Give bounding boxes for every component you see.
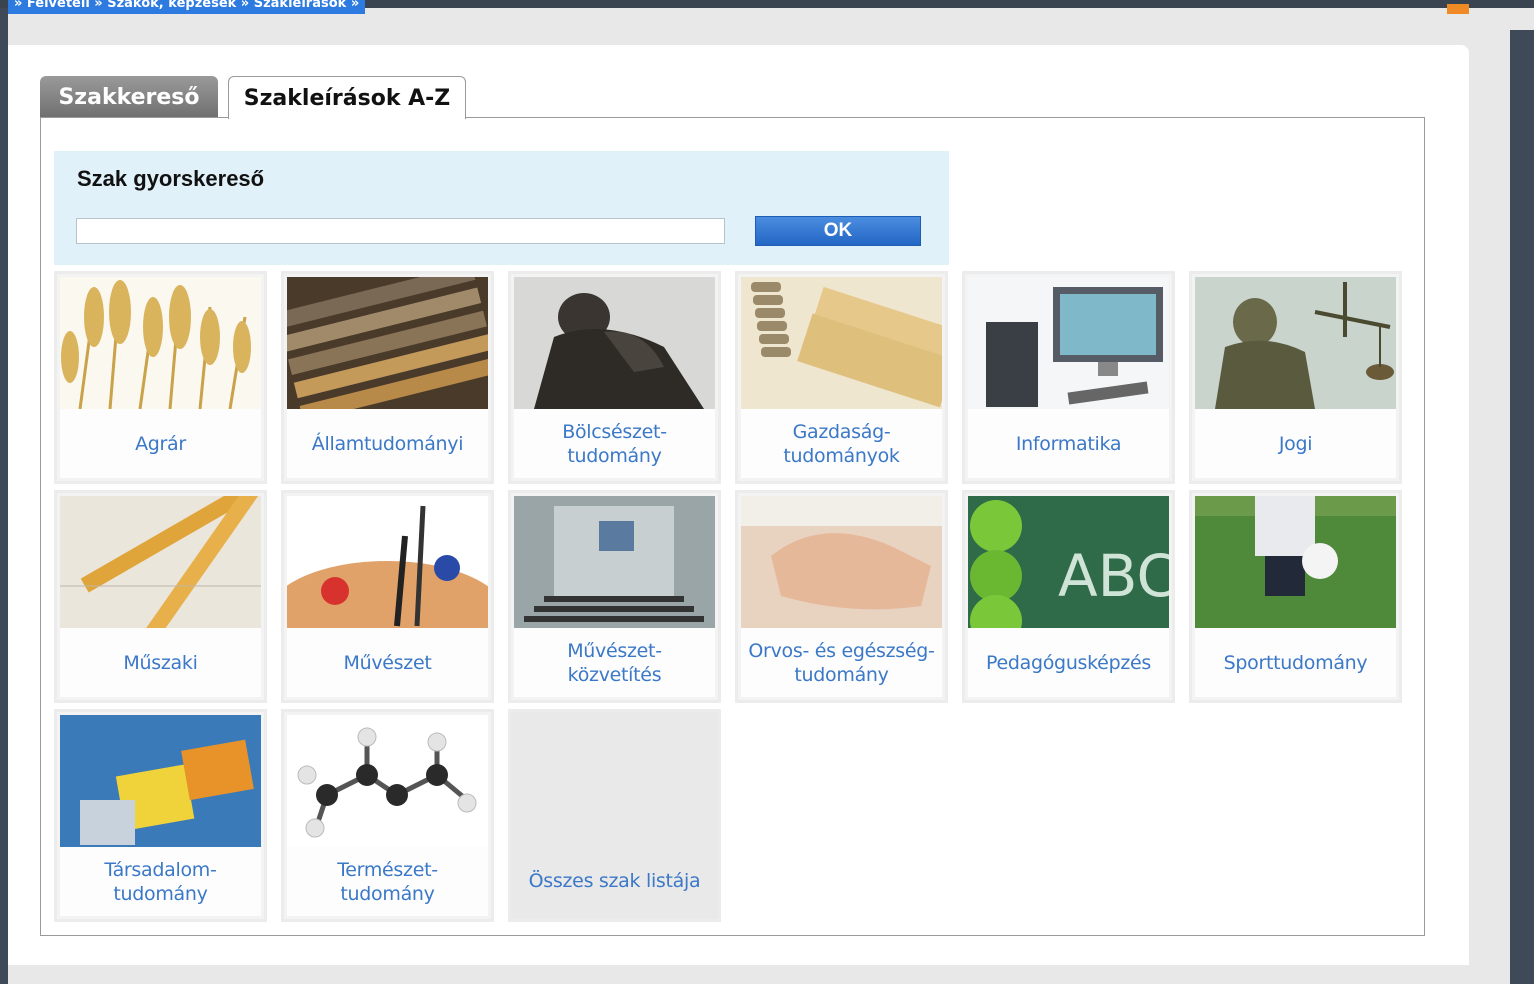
- tile-bolcseszet[interactable]: Bölcsészet- tudomány: [508, 271, 721, 484]
- tile-label: Gazdaság- tudományok: [741, 409, 942, 478]
- tile-label: Összes szak listája: [528, 869, 701, 892]
- rss-icon[interactable]: [1447, 4, 1469, 14]
- tile-muveszet[interactable]: Művészet: [281, 490, 494, 703]
- hands-image: [741, 496, 942, 628]
- tile-gazdasag[interactable]: Gazdaság- tudományok: [735, 271, 948, 484]
- chalkboard-apples-image: ABC: [968, 496, 1169, 628]
- molecule-image: [287, 715, 488, 847]
- tile-label: Államtudományi: [287, 409, 488, 478]
- tile-label: Művészet- közvetítés: [514, 628, 715, 697]
- tile-label: Agrár: [60, 409, 261, 478]
- books-image: [287, 277, 488, 409]
- tile-label: Jogi: [1195, 409, 1396, 478]
- quick-search-input[interactable]: [76, 218, 725, 244]
- tile-muveszetkozvetites[interactable]: Művészet- közvetítés: [508, 490, 721, 703]
- tile-muszaki[interactable]: Műszaki: [54, 490, 267, 703]
- tile-label: Művészet: [287, 628, 488, 697]
- money-image: [741, 277, 942, 409]
- tile-agrar[interactable]: Agrár: [54, 271, 267, 484]
- breadcrumb[interactable]: » Felvételi » Szakok, képzések » Szakleí…: [8, 0, 366, 14]
- tile-tarsadalom[interactable]: Társadalom- tudomány: [54, 709, 267, 922]
- tile-orvos[interactable]: Orvos- és egészség- tudomány: [735, 490, 948, 703]
- tab-szakleirasok-az[interactable]: Szakleírások A-Z: [228, 76, 466, 119]
- tile-pedagogus[interactable]: ABC Pedagógusképzés: [962, 490, 1175, 703]
- paint-palette-image: [287, 496, 488, 628]
- tile-label: Műszaki: [60, 628, 261, 697]
- tile-jogi[interactable]: Jogi: [1189, 271, 1402, 484]
- tile-informatika[interactable]: Informatika: [962, 271, 1175, 484]
- tile-allamtudomanyi[interactable]: Államtudományi: [281, 271, 494, 484]
- justice-statue-image: [1195, 277, 1396, 409]
- tile-label: Társadalom- tudomány: [60, 847, 261, 916]
- quick-search-title: Szak gyorskereső: [77, 166, 265, 191]
- tile-sport[interactable]: Sporttudomány: [1189, 490, 1402, 703]
- tile-label: Informatika: [968, 409, 1169, 478]
- ruler-image: [60, 496, 261, 628]
- tile-label: Sporttudomány: [1195, 628, 1396, 697]
- thinker-statue-image: [514, 277, 715, 409]
- tab-szakkereso[interactable]: Szakkereső: [40, 76, 218, 118]
- tile-label: Bölcsészet- tudomány: [514, 409, 715, 478]
- page-right-edge: [1510, 30, 1534, 984]
- tile-label: Pedagógusképzés: [968, 628, 1169, 697]
- computer-image: [968, 277, 1169, 409]
- wheat-image: [60, 277, 261, 409]
- tile-label: Orvos- és egészség- tudomány: [741, 628, 942, 697]
- puzzle-image: [60, 715, 261, 847]
- gallery-image: [514, 496, 715, 628]
- football-image: [1195, 496, 1396, 628]
- svg-text:ABC: ABC: [1058, 542, 1169, 610]
- tile-label: Természet- tudomány: [287, 847, 488, 916]
- ok-button[interactable]: OK: [755, 216, 921, 246]
- tile-osszes-szak[interactable]: Összes szak listája: [508, 709, 721, 922]
- tile-termeszet[interactable]: Természet- tudomány: [281, 709, 494, 922]
